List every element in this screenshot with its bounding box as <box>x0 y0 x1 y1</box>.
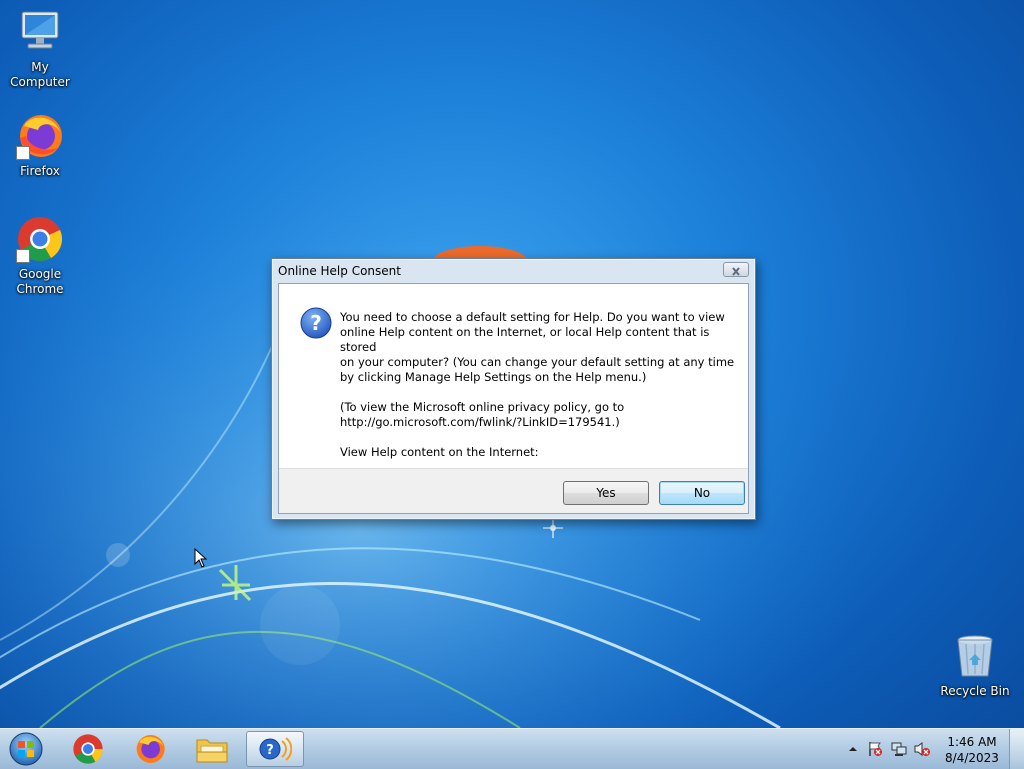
online-help-consent-dialog: Online Help Consent ? You need to choose… <box>271 258 756 520</box>
desktop-icon-label: My Computer <box>10 60 70 89</box>
dialog-button-area: Yes No <box>279 468 748 513</box>
desktop-icon-recycle-bin[interactable]: Recycle Bin <box>935 632 1015 699</box>
start-orb-icon <box>9 732 43 766</box>
system-clock[interactable]: 1:46 AM 8/4/2023 <box>938 734 1006 766</box>
message-paragraph-question: View Help content on the Internet: <box>340 445 539 459</box>
svg-text:?: ? <box>310 311 322 335</box>
question-icon: ? <box>300 307 332 339</box>
show-hidden-icons[interactable] <box>845 741 861 757</box>
clock-date: 8/4/2023 <box>945 751 999 765</box>
show-desktop-button[interactable] <box>1009 729 1024 769</box>
close-icon <box>732 267 740 276</box>
shortcut-arrow-icon <box>16 249 30 263</box>
dialog-title: Online Help Consent <box>278 264 401 278</box>
desktop-icon-label: Recycle Bin <box>940 684 1010 698</box>
mouse-cursor-icon <box>194 548 208 568</box>
desktop-icon-my-computer[interactable]: My Computer <box>0 8 80 90</box>
close-button[interactable] <box>723 262 749 277</box>
message-paragraph-privacy: (To view the Microsoft online privacy po… <box>340 400 625 429</box>
dialog-body: ? You need to choose a default setting f… <box>278 283 749 514</box>
desktop-icon-label: Firefox <box>20 164 60 178</box>
volume-muted-icon[interactable] <box>914 741 930 757</box>
dialog-title-bar[interactable]: Online Help Consent <box>272 259 755 283</box>
clock-time: 1:46 AM <box>947 735 997 749</box>
taskbar-file-explorer[interactable] <box>184 731 240 767</box>
firefox-icon <box>16 112 64 160</box>
no-button[interactable]: No <box>659 481 745 505</box>
start-button[interactable] <box>0 731 52 767</box>
svg-text:?: ? <box>266 743 274 758</box>
taskbar: ? 1:46 AM 8/4/2023 <box>0 728 1024 769</box>
chrome-icon <box>16 215 64 263</box>
desktop-icon-google-chrome[interactable]: Google Chrome <box>0 215 80 297</box>
taskbar-help-active[interactable]: ? <box>246 731 304 767</box>
taskbar-chrome[interactable] <box>60 731 116 767</box>
dialog-message: You need to choose a default setting for… <box>340 310 735 475</box>
desktop-icon-label: Google Chrome <box>16 267 64 296</box>
taskbar-firefox[interactable] <box>122 731 178 767</box>
computer-icon <box>16 8 64 56</box>
recycle-bin-icon <box>951 632 999 680</box>
help-icon: ? <box>259 737 292 761</box>
action-center-icon[interactable] <box>867 741 883 757</box>
shortcut-arrow-icon <box>16 146 30 160</box>
desktop-icon-firefox[interactable]: Firefox <box>0 112 80 179</box>
message-paragraph-main: You need to choose a default setting for… <box>340 310 735 384</box>
chrome-icon <box>73 734 103 764</box>
file-explorer-icon <box>196 739 228 763</box>
network-icon[interactable] <box>891 741 907 757</box>
yes-button[interactable]: Yes <box>563 481 649 505</box>
firefox-icon <box>136 735 165 763</box>
